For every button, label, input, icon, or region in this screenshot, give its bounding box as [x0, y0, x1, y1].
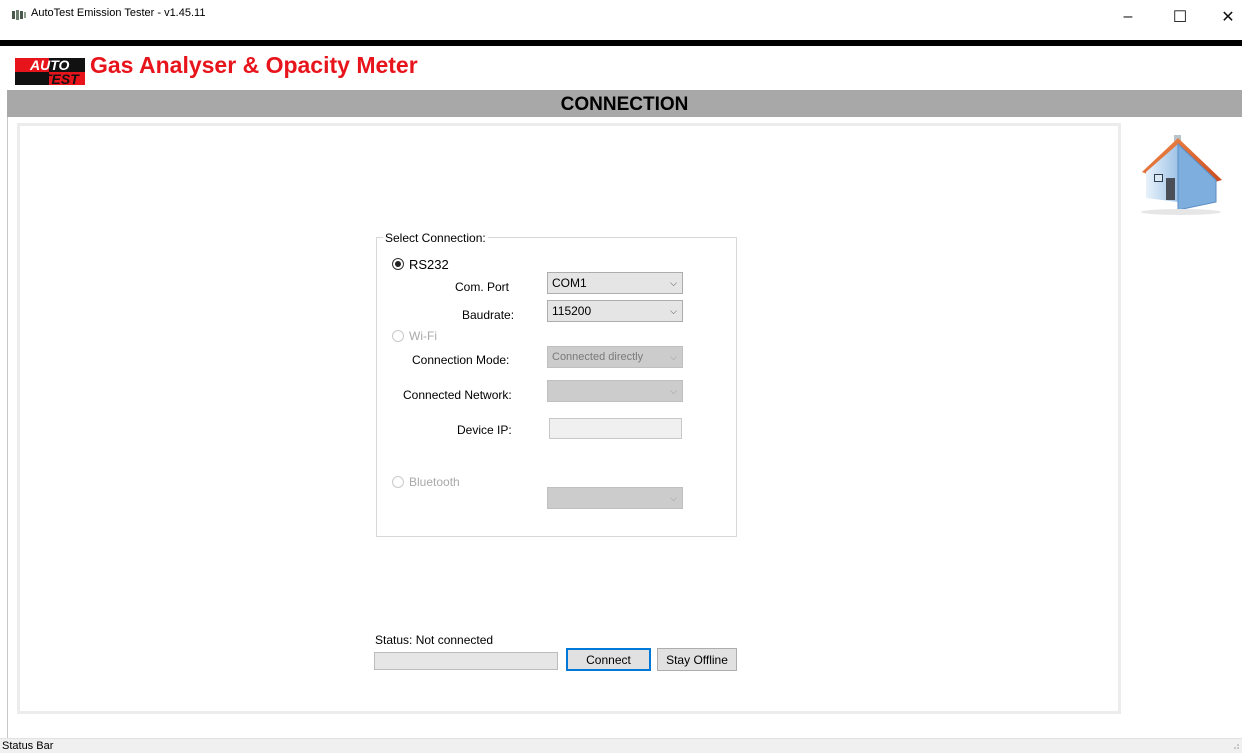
close-button[interactable]: ✕ [1205, 2, 1242, 32]
chevron-down-icon: ⌵ [670, 306, 677, 316]
connection-mode-value: Connected directly [552, 351, 644, 363]
chevron-down-icon: ⌵ [670, 386, 677, 396]
bluetooth-device-select[interactable]: ⌵ [547, 487, 683, 509]
connected-network-label: Connected Network: [403, 388, 512, 402]
baudrate-value: 115200 [552, 304, 592, 318]
com-port-label: Com. Port [455, 280, 510, 294]
com-port-value: COM1 [552, 276, 587, 290]
bluetooth-label: Bluetooth [409, 475, 460, 489]
baudrate-label: Baudrate: [462, 308, 515, 322]
section-header: CONNECTION [7, 90, 1242, 117]
frame-border [7, 117, 8, 738]
connection-mode-select[interactable]: Connected directly ⌵ [547, 346, 683, 368]
house-icon[interactable] [1136, 132, 1228, 216]
app-icon [12, 10, 26, 20]
window-title: AutoTest Emission Tester - v1.45.11 [31, 7, 206, 19]
logo-text-test: TEST [43, 71, 80, 85]
autotest-logo: AUTO TEST [15, 55, 85, 85]
bluetooth-radio[interactable] [392, 476, 404, 488]
chevron-down-icon: ⌵ [670, 352, 677, 362]
rs232-radio[interactable] [392, 258, 404, 270]
section-title: CONNECTION [560, 94, 689, 115]
connected-network-select[interactable]: ⌵ [547, 380, 683, 402]
app-title: Gas Analyser & Opacity Meter [90, 52, 418, 78]
connection-progress-bar [374, 652, 558, 670]
com-port-select[interactable]: COM1 ⌵ [547, 272, 683, 294]
maximize-button[interactable]: ☐ [1157, 2, 1203, 32]
title-bar: AutoTest Emission Tester - v1.45.11 – ☐ … [0, 0, 1242, 40]
status-bar-text: Status Bar [2, 740, 54, 752]
title-divider [0, 40, 1242, 46]
chevron-down-icon: ⌵ [670, 493, 677, 503]
wifi-radio[interactable] [392, 330, 404, 342]
connection-status-text: Status: Not connected [375, 633, 494, 647]
rs232-label: RS232 [409, 257, 449, 272]
baudrate-select[interactable]: 115200 ⌵ [547, 300, 683, 322]
chevron-down-icon: ⌵ [670, 278, 677, 288]
groupbox-title: Select Connection: [383, 231, 488, 245]
connection-mode-label: Connection Mode: [412, 353, 510, 367]
resize-grip-icon[interactable] [1232, 742, 1240, 752]
connect-button[interactable]: Connect [566, 648, 651, 671]
device-ip-input[interactable] [549, 418, 682, 439]
wifi-label: Wi-Fi [409, 329, 437, 343]
minimize-button[interactable]: – [1105, 2, 1151, 32]
status-bar: Status Bar [0, 738, 1242, 753]
stay-offline-button[interactable]: Stay Offline [657, 648, 737, 671]
device-ip-label: Device IP: [457, 423, 512, 437]
